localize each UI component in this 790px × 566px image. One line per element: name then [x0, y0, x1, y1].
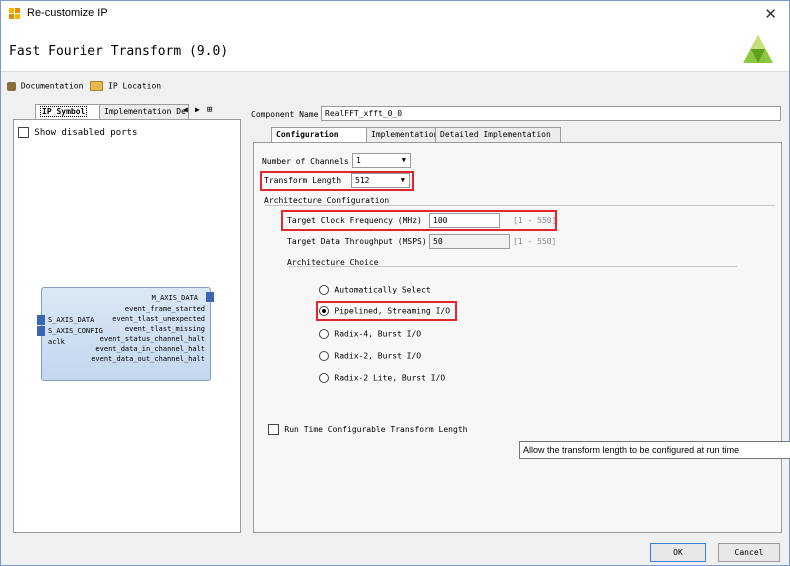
option-label: Radix-2 Lite, Burst I/O — [334, 373, 446, 383]
port-right: event_data_in_channel_halt — [95, 345, 205, 353]
channels-value: 1 — [356, 156, 361, 165]
throughput-label: Target Data Throughput (MSPS) — [287, 237, 427, 246]
channels-label: Number of Channels — [262, 157, 349, 166]
chevron-down-icon: ▼ — [401, 156, 406, 164]
component-name-field[interactable]: RealFFT_xfft_0_0 — [321, 106, 781, 121]
port-connector-icon — [206, 292, 214, 302]
window-title: Re-customize IP — [27, 7, 108, 19]
clock-input[interactable]: 100 — [429, 213, 500, 228]
toolbar: Documentation IP Location — [7, 81, 161, 91]
throughput-input[interactable]: 50 — [429, 234, 510, 249]
ip-location-link[interactable]: IP Location — [108, 82, 161, 91]
scroll-right-icon[interactable]: ▶ — [195, 105, 200, 114]
ip-symbol-block: M_AXIS_DATA event_frame_started event_tl… — [37, 287, 214, 381]
show-disabled-ports-checkbox[interactable] — [18, 127, 29, 138]
tab-detailed-implementation[interactable]: Detailed Implementation — [435, 127, 561, 142]
tab-list-icon[interactable]: ⊞ — [207, 105, 212, 115]
xilinx-logo-icon — [743, 35, 773, 63]
port-left: S_AXIS_CONFIG — [48, 327, 103, 335]
port-right: event_status_channel_halt — [99, 335, 205, 343]
radio-button[interactable] — [319, 329, 329, 339]
port-right: event_tlast_missing — [124, 325, 205, 333]
option-label: Pipelined, Streaming I/O — [334, 306, 451, 316]
ok-button[interactable]: OK — [650, 543, 706, 562]
clock-range: [1 - 550] — [513, 216, 557, 225]
option-radix2[interactable]: Radix-2, Burst I/O — [319, 351, 421, 362]
option-label: Radix-2, Burst I/O — [334, 351, 422, 361]
close-icon[interactable]: ✕ — [764, 5, 777, 23]
port-connector-icon — [37, 326, 45, 336]
ip-title: Fast Fourier Transform (9.0) — [9, 44, 229, 59]
option-radix2-lite[interactable]: Radix-2 Lite, Burst I/O — [319, 373, 445, 384]
throughput-range: [1 - 550] — [513, 237, 557, 246]
option-label: Automatically Select — [334, 285, 431, 295]
component-name-label: Component Name — [251, 110, 319, 119]
port-right: event_data_out_channel_halt — [91, 355, 205, 363]
port-right: event_frame_started — [124, 305, 205, 313]
show-disabled-ports[interactable]: Show disabled ports — [18, 127, 137, 138]
transform-length-label: Transform Length — [264, 176, 342, 185]
cancel-button[interactable]: Cancel — [718, 543, 780, 562]
dialog-header: Fast Fourier Transform (9.0) — [1, 27, 789, 72]
clock-label: Target Clock Frequency (MHz) — [287, 216, 422, 225]
folder-icon — [90, 81, 104, 91]
left-tabbar: IP Symbol Implementation De ◀ ▶ ⊞ — [13, 104, 241, 121]
runtime-transform-length[interactable]: Run Time Configurable Transform Length — [268, 424, 467, 435]
port-m-axis-data: M_AXIS_DATA — [151, 294, 198, 302]
option-label: Radix-4, Burst I/O — [334, 329, 422, 339]
divider — [289, 266, 737, 267]
channels-select[interactable]: 1 ▼ — [352, 153, 411, 168]
chevron-down-icon: ▼ — [400, 176, 405, 184]
arch-config-title: Architecture Configuration — [264, 196, 390, 205]
port-left: aclk — [48, 338, 65, 346]
show-disabled-ports-label: Show disabled ports — [34, 128, 138, 138]
option-auto-select[interactable]: Automatically Select — [319, 285, 431, 296]
scroll-left-icon[interactable]: ◀ — [183, 105, 188, 114]
port-left: S_AXIS_DATA — [48, 316, 95, 324]
documentation-icon — [7, 81, 16, 91]
documentation-link[interactable]: Documentation — [21, 82, 84, 91]
radio-button[interactable] — [319, 285, 329, 295]
title-bar: Re-customize IP ✕ — [1, 1, 789, 27]
option-pipelined[interactable]: Pipelined, Streaming I/O — [319, 306, 450, 317]
port-right: event_tlast_unexpected — [112, 315, 205, 323]
tab-implementation-details[interactable]: Implementation De — [99, 104, 189, 119]
vivado-app-icon — [9, 8, 20, 19]
transform-length-select[interactable]: 512 ▼ — [351, 173, 410, 188]
runtime-label: Run Time Configurable Transform Length — [284, 425, 468, 434]
tab-implementation[interactable]: Implementation — [366, 127, 442, 142]
port-connector-icon — [37, 315, 45, 325]
tooltip: Allow the transform length to be configu… — [519, 441, 790, 459]
dialog-window: Re-customize IP ✕ Fast Fourier Transform… — [0, 0, 790, 566]
tab-configuration[interactable]: Configuration — [271, 127, 373, 143]
option-radix4[interactable]: Radix-4, Burst I/O — [319, 329, 421, 340]
radio-button-selected[interactable] — [319, 306, 329, 316]
transform-length-value: 512 — [355, 176, 370, 185]
radio-button[interactable] — [319, 373, 329, 383]
tab-label: Implementation De — [104, 107, 186, 116]
tab-label: IP Symbol — [40, 106, 88, 117]
runtime-checkbox[interactable] — [268, 424, 279, 435]
radio-button[interactable] — [319, 351, 329, 361]
divider — [265, 205, 775, 206]
